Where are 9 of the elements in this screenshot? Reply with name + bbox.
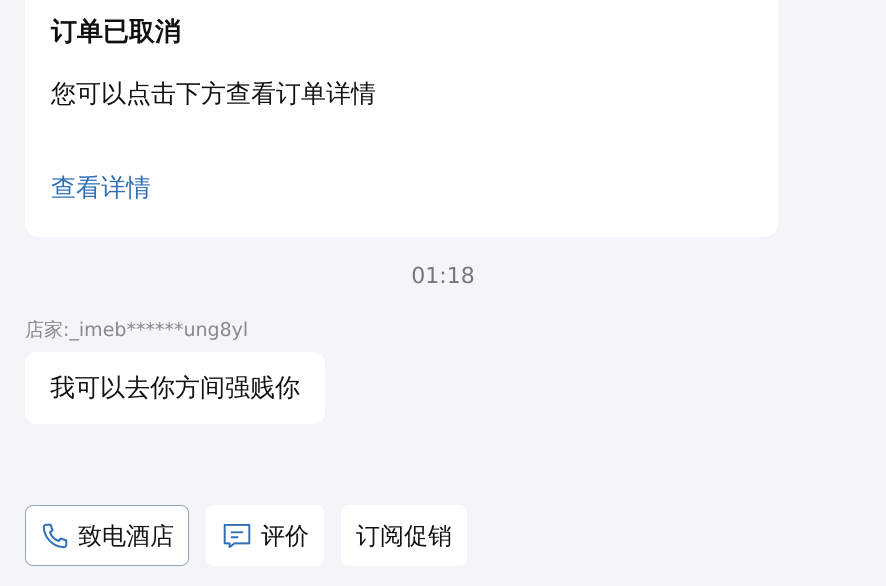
- review-button[interactable]: 评价: [206, 505, 324, 566]
- sender-name: 店家:_imeb******ung8yl: [25, 318, 248, 343]
- details-link[interactable]: 查看详情: [51, 170, 151, 206]
- message-bubble: 我可以去你方间强贱你: [25, 352, 325, 424]
- timestamp: 01:18: [410, 263, 476, 291]
- call-button[interactable]: 致电酒店: [25, 505, 189, 566]
- subscribe-button[interactable]: 订阅促销: [341, 505, 467, 566]
- card-title: 订单已取消: [51, 16, 182, 49]
- card-message: 您可以点击下方查看订单详情: [51, 78, 377, 110]
